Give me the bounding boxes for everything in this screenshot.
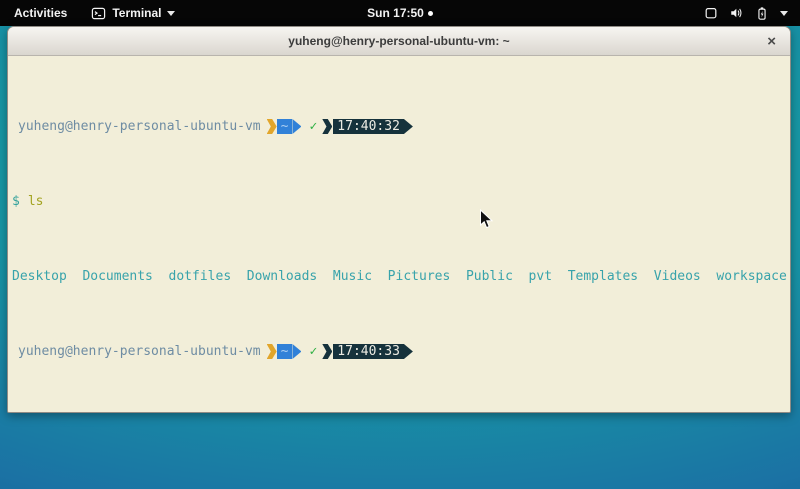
app-menu-label: Terminal <box>112 6 161 20</box>
powerline-arrow-icon <box>292 119 301 134</box>
volume-icon <box>729 6 744 20</box>
system-tray[interactable] <box>692 0 800 26</box>
directory-list: Desktop Documents dotfiles Downloads Mus… <box>10 269 787 284</box>
ls-output-line: Desktop Documents dotfiles Downloads Mus… <box>10 269 788 284</box>
command-text: ls <box>28 194 44 209</box>
terminal-screen[interactable]: yuheng@henry-personal-ubuntu-vm ~ ✓ 17:4… <box>8 56 790 413</box>
app-menu-terminal[interactable]: Terminal <box>81 0 185 26</box>
prompt-cwd: ~ <box>277 119 293 134</box>
terminal-icon <box>91 6 106 21</box>
powerline-arrow-icon <box>404 344 413 359</box>
powerline-arrow-icon <box>292 344 301 359</box>
prompt-line: yuheng@henry-personal-ubuntu-vm ~ ✓ 17:4… <box>10 119 788 134</box>
prompt-cwd: ~ <box>277 344 293 359</box>
command-line: $ ls <box>10 194 788 209</box>
powerline-chevron-icon <box>267 344 277 359</box>
prompt-time: 17:40:33 <box>333 344 404 359</box>
status-check-icon: ✓ <box>309 119 317 134</box>
powerline-chevron-icon <box>267 119 277 134</box>
prompt-symbol: $ <box>10 194 20 209</box>
status-check-icon: ✓ <box>309 344 317 359</box>
prompt-time: 17:40:32 <box>333 119 404 134</box>
chevron-down-icon <box>167 11 175 16</box>
activities-label: Activities <box>14 6 67 20</box>
prompt-host: yuheng@henry-personal-ubuntu-vm <box>10 344 261 359</box>
window-titlebar[interactable]: yuheng@henry-personal-ubuntu-vm: ~ × <box>8 27 790 56</box>
terminal-window: yuheng@henry-personal-ubuntu-vm: ~ × yuh… <box>7 26 791 413</box>
powerline-arrow-icon <box>404 119 413 134</box>
powerline-chevron-icon <box>322 119 332 134</box>
notification-dot-icon <box>428 11 433 16</box>
chevron-down-icon <box>780 11 788 16</box>
top-bar: Activities Terminal Sun 17:50 <box>0 0 800 26</box>
prompt-line: yuheng@henry-personal-ubuntu-vm ~ ✓ 17:4… <box>10 344 788 359</box>
clock[interactable]: Sun 17:50 <box>367 6 424 20</box>
battery-charging-icon <box>755 6 769 21</box>
powerline-chevron-icon <box>322 344 332 359</box>
prompt-host: yuheng@henry-personal-ubuntu-vm <box>10 119 261 134</box>
display-icon <box>704 6 718 20</box>
close-button[interactable]: × <box>767 27 776 56</box>
activities-button[interactable]: Activities <box>0 0 81 26</box>
window-title: yuheng@henry-personal-ubuntu-vm: ~ <box>288 34 509 48</box>
